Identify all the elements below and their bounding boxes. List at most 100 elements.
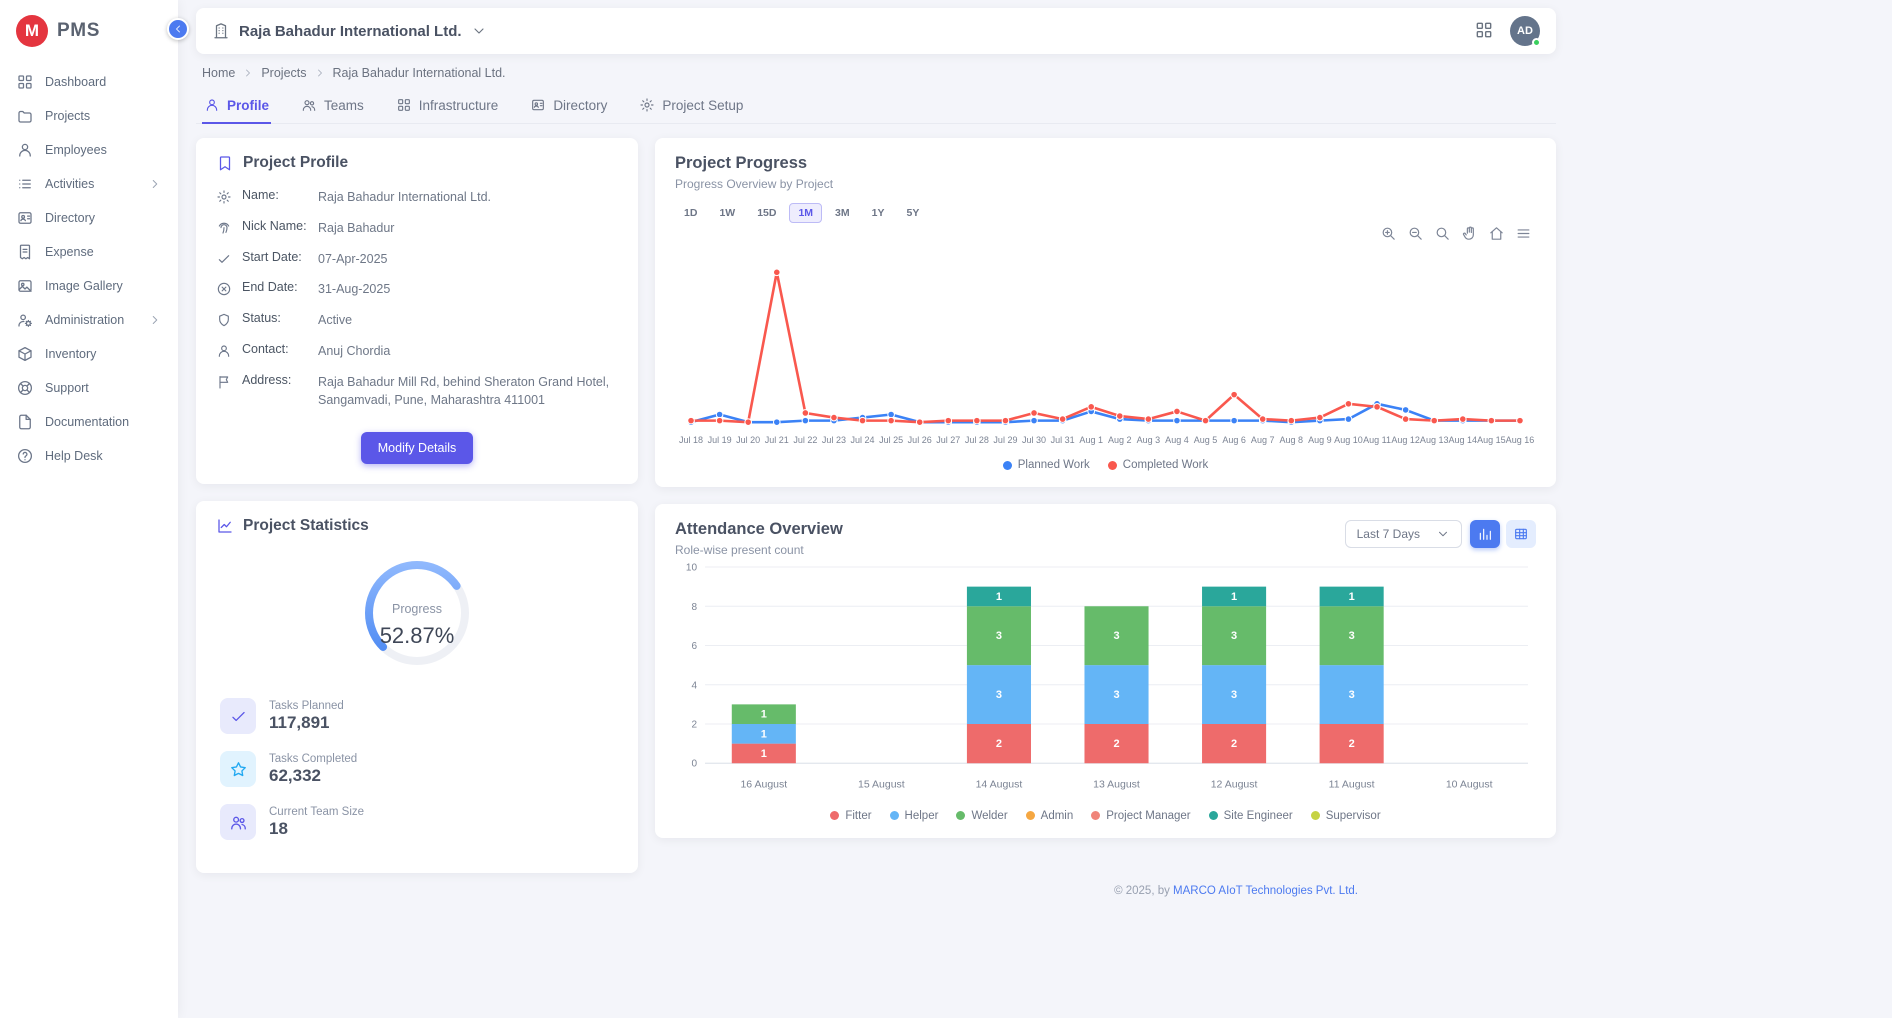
project-progress-card: Project Progress Progress Overview by Pr… — [655, 138, 1556, 487]
sidebar-item-projects[interactable]: Projects — [0, 99, 178, 133]
svg-text:Aug 6: Aug 6 — [1222, 435, 1246, 445]
svg-text:Jul 27: Jul 27 — [936, 435, 960, 445]
svg-text:3: 3 — [1349, 689, 1355, 701]
field-value: Active — [318, 311, 352, 330]
sidebar-item-icon — [16, 447, 34, 465]
stat-value: 18 — [269, 819, 364, 839]
svg-text:2: 2 — [1349, 738, 1355, 750]
range-button-15d[interactable]: 15D — [748, 203, 785, 223]
svg-text:6: 6 — [691, 641, 697, 652]
svg-text:Jul 21: Jul 21 — [765, 435, 789, 445]
breadcrumb-item[interactable]: Home — [202, 66, 235, 80]
svg-text:3: 3 — [996, 630, 1002, 642]
field-label: Contact: — [242, 342, 308, 356]
legend-item-helper[interactable]: Helper — [890, 810, 939, 822]
legend-item-fitter[interactable]: Fitter — [830, 810, 871, 822]
range-button-3m[interactable]: 3M — [826, 203, 859, 223]
toolbar-icon-zoom-in[interactable] — [1380, 225, 1397, 242]
legend-item-welder[interactable]: Welder — [956, 810, 1007, 822]
svg-text:Aug 9: Aug 9 — [1308, 435, 1332, 445]
view-toggle-bar-chart[interactable] — [1470, 520, 1500, 548]
legend-label: Supervisor — [1326, 810, 1381, 822]
legend-item-admin[interactable]: Admin — [1026, 810, 1074, 822]
sidebar-collapse-button[interactable] — [167, 18, 189, 40]
field-label: Name: — [242, 188, 308, 202]
svg-text:Aug 12: Aug 12 — [1391, 435, 1420, 445]
days-filter-select[interactable]: Last 7 Days — [1345, 520, 1462, 548]
stat-value: 62,332 — [269, 766, 357, 786]
project-statistics-card: Project Statistics Progress52.87% Tasks … — [196, 501, 638, 873]
building-icon — [212, 22, 230, 40]
toolbar-icon-zoom-out[interactable] — [1407, 225, 1424, 242]
field-label: End Date: — [242, 280, 308, 294]
legend-item-supervisor[interactable]: Supervisor — [1311, 810, 1381, 822]
range-button-1d[interactable]: 1D — [675, 203, 706, 223]
field-value: Anuj Chordia — [318, 342, 390, 361]
profile-field-row: Name: Raja Bahadur International Ltd. — [216, 182, 618, 213]
field-icon — [216, 189, 232, 205]
sidebar-item-directory[interactable]: Directory — [0, 201, 178, 235]
toolbar-icon-home[interactable] — [1488, 225, 1505, 242]
svg-text:13 August: 13 August — [1093, 778, 1140, 790]
range-button-1y[interactable]: 1Y — [863, 203, 894, 223]
gauge-label: Progress — [392, 602, 442, 616]
apps-grid-button[interactable] — [1474, 20, 1494, 43]
sidebar-item-support[interactable]: Support — [0, 371, 178, 405]
sidebar-item-label: Activities — [45, 177, 94, 191]
sidebar-item-label: Projects — [45, 109, 90, 123]
range-button-1m[interactable]: 1M — [789, 203, 822, 223]
breadcrumb-item[interactable]: Raja Bahadur International Ltd. — [333, 66, 506, 80]
legend-item-project-manager[interactable]: Project Manager — [1091, 810, 1190, 822]
legend-item-completed-work[interactable]: Completed Work — [1108, 459, 1208, 471]
toolbar-icon-pan[interactable] — [1461, 225, 1478, 242]
svg-text:Jul 31: Jul 31 — [1051, 435, 1075, 445]
sidebar-item-help-desk[interactable]: Help Desk — [0, 439, 178, 473]
tab-teams[interactable]: Teams — [299, 88, 366, 124]
company-selector[interactable]: Raja Bahadur International Ltd. — [212, 22, 487, 40]
avatar[interactable]: AD — [1510, 16, 1540, 46]
svg-text:1: 1 — [996, 591, 1002, 603]
legend-label: Welder — [971, 810, 1007, 822]
field-label: Start Date: — [242, 250, 308, 264]
sidebar-item-dashboard[interactable]: Dashboard — [0, 65, 178, 99]
tab-infrastructure[interactable]: Infrastructure — [394, 88, 501, 124]
sidebar-item-activities[interactable]: Activities — [0, 167, 178, 201]
project-progress-title: Project Progress — [675, 154, 1536, 173]
attendance-title: Attendance Overview — [675, 520, 843, 539]
sidebar-item-expense[interactable]: Expense — [0, 235, 178, 269]
toolbar-icon-zoom[interactable] — [1434, 225, 1451, 242]
tab-profile[interactable]: Profile — [202, 88, 271, 124]
legend-dot — [830, 811, 839, 820]
sidebar-item-image-gallery[interactable]: Image Gallery — [0, 269, 178, 303]
legend-item-planned-work[interactable]: Planned Work — [1003, 459, 1090, 471]
sidebar-item-inventory[interactable]: Inventory — [0, 337, 178, 371]
range-button-1w[interactable]: 1W — [710, 203, 744, 223]
sidebar-item-icon — [16, 73, 34, 91]
legend-item-site-engineer[interactable]: Site Engineer — [1209, 810, 1293, 822]
modify-details-button[interactable]: Modify Details — [361, 432, 474, 464]
legend-dot — [1003, 461, 1012, 470]
sidebar-item-administration[interactable]: Administration — [0, 303, 178, 337]
legend-dot — [956, 811, 965, 820]
tab-project-setup[interactable]: Project Setup — [637, 88, 745, 124]
sidebar-item-icon — [16, 277, 34, 295]
tab-bar: Profile Teams Infrastructure Directory P… — [196, 84, 1556, 124]
footer-company-link[interactable]: MARCO AIoT Technologies Pvt. Ltd. — [1173, 885, 1358, 897]
toggle-icon — [1513, 526, 1529, 542]
view-toggle-table[interactable] — [1506, 520, 1536, 548]
breadcrumb-item[interactable]: Projects — [261, 66, 306, 80]
main-area: Raja Bahadur International Ltd. AD Home — [178, 0, 1892, 897]
range-button-5y[interactable]: 5Y — [897, 203, 928, 223]
attendance-chart-canvas: 024681011116 August15 August233114 Augus… — [675, 557, 1536, 801]
tab-directory[interactable]: Directory — [528, 88, 609, 124]
gauge-value: 52.87% — [380, 623, 455, 648]
legend-dot — [890, 811, 899, 820]
sidebar-item-label: Dashboard — [45, 75, 106, 89]
sidebar-item-documentation[interactable]: Documentation — [0, 405, 178, 439]
svg-text:Jul 20: Jul 20 — [736, 435, 760, 445]
app-logo[interactable]: M PMS — [0, 0, 178, 61]
sidebar-item-employees[interactable]: Employees — [0, 133, 178, 167]
toolbar-icon-menu[interactable] — [1515, 225, 1532, 242]
svg-text:Aug 13: Aug 13 — [1420, 435, 1449, 445]
sidebar-item-label: Administration — [45, 313, 124, 327]
